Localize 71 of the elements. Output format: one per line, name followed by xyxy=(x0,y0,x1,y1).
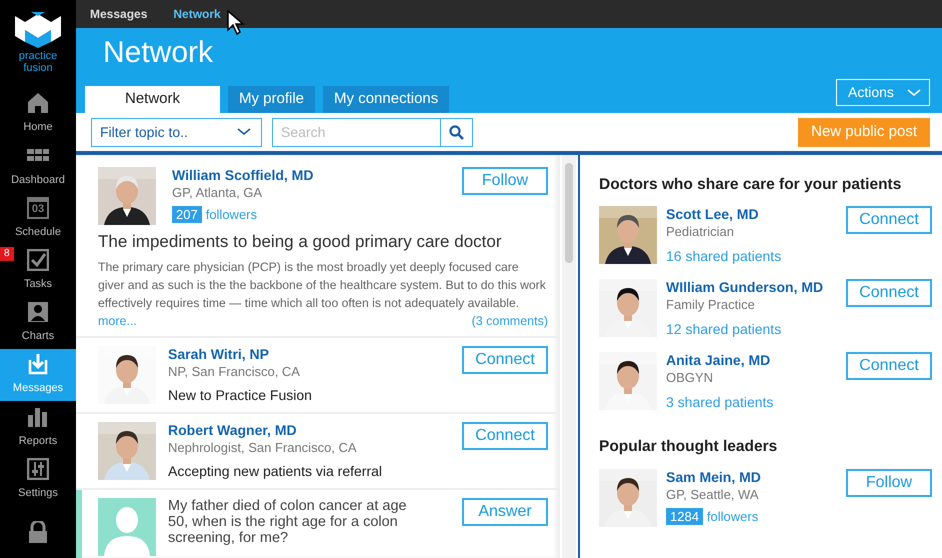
sidebar-item[interactable]: Settings xyxy=(0,454,76,506)
filter-dropdown[interactable]: Filter topic to.. xyxy=(91,118,262,146)
person-details: GP, Atlanta, GA xyxy=(172,184,264,201)
person-details: OBGYN xyxy=(666,369,714,386)
page-title: Network xyxy=(102,35,214,70)
connect-button[interactable]: Connect xyxy=(846,279,932,308)
post-title: The impediments to being a good primary care doctor xyxy=(98,231,502,253)
inbox-icon xyxy=(27,353,49,376)
question-text: My father died of colon cancer at age 50, when is the right age for a colon screening, for me? xyxy=(168,498,408,546)
tab[interactable]: My profile xyxy=(228,86,316,113)
person-name[interactable]: Sam Mein, MD xyxy=(666,468,837,486)
search-icon xyxy=(449,124,464,140)
lock-icon xyxy=(27,520,49,543)
sidebar-item[interactable]: Charts xyxy=(0,296,76,350)
followers-link[interactable]: followers xyxy=(206,205,257,224)
person-name[interactable]: Scott Lee, MD xyxy=(666,206,837,224)
post-body: The primary care physician (PCP) is the most broadly yet deeply focused care giver and as such is the the backbone of the healthcare system. But to do this work effectively requires time — time which all too often is not adequately available. xyxy=(98,258,547,312)
actions-dropdown[interactable]: Actions xyxy=(836,79,930,106)
follow-button[interactable]: Follow xyxy=(846,468,932,496)
follower-count: 207 xyxy=(172,206,202,224)
mouse-pointer-icon xyxy=(226,10,246,36)
person-name[interactable]: Robert Wagner, MD xyxy=(168,422,450,440)
sidebar-item[interactable]: 03 Schedule xyxy=(0,192,76,245)
sidebar-item[interactable]: Home xyxy=(0,88,76,140)
status-text: Accepting new patients via referral xyxy=(168,462,383,482)
comments-link[interactable]: (3 comments) xyxy=(472,312,548,330)
person-details: Family Practice xyxy=(666,296,756,314)
person-name[interactable]: Sarah Witri, NP xyxy=(168,346,450,364)
chevron-down-icon xyxy=(907,88,921,96)
bar-chart-icon xyxy=(27,406,49,428)
chevron-down-icon xyxy=(237,128,251,136)
sidebar-item[interactable]: Tasks 8 xyxy=(0,244,76,297)
section-heading: Popular thought leaders xyxy=(599,437,778,458)
status-text: New to Practice Fusion xyxy=(168,386,313,406)
person-details: Pediatrician xyxy=(666,223,735,240)
person-details: GP, Seattle, WA xyxy=(666,486,760,502)
notification-badge: 8 xyxy=(0,246,14,261)
shared-patients-link[interactable]: 16 shared patients xyxy=(666,246,837,268)
tab[interactable]: My connections xyxy=(323,86,450,113)
section-heading: Doctors who share care for your patients xyxy=(599,175,902,195)
connect-button[interactable]: Connect xyxy=(846,206,932,234)
person-details: NP, San Francisco, CA xyxy=(168,363,301,380)
nav-link[interactable]: Network xyxy=(173,5,221,23)
person-name[interactable]: William Scoffield, MD xyxy=(172,167,446,184)
nav-link[interactable]: Messages xyxy=(90,5,148,23)
tab[interactable]: Network xyxy=(85,86,220,113)
connect-button[interactable]: Connect xyxy=(462,346,548,374)
shared-patients-link[interactable]: 3 shared patients xyxy=(666,392,837,414)
person-icon xyxy=(27,301,49,324)
sidebar-item[interactable]: Dashboard xyxy=(0,140,76,192)
brand-name: practice fusion xyxy=(18,50,58,74)
home-icon xyxy=(27,92,49,114)
new-post-button[interactable]: New public post xyxy=(798,118,930,146)
followers-link[interactable]: followers xyxy=(706,506,758,526)
checkbox-icon xyxy=(27,249,49,272)
connect-button[interactable]: Connect xyxy=(846,352,932,380)
person-name[interactable]: WIlliam Gunderson, MD xyxy=(666,279,837,296)
search-field[interactable]: Search xyxy=(272,118,473,146)
answer-button[interactable]: Answer xyxy=(462,498,548,526)
sliders-icon xyxy=(27,458,49,480)
calendar-icon: 03 xyxy=(27,196,49,219)
shared-patients-link[interactable]: 12 shared patients xyxy=(666,319,837,340)
sidebar-item[interactable]: Messages xyxy=(0,349,76,402)
person-name[interactable]: Anita Jaine, MD xyxy=(666,352,837,370)
more-link[interactable]: more... xyxy=(98,312,137,330)
follower-count: 1284 xyxy=(666,508,703,525)
follow-button[interactable]: Follow xyxy=(462,167,548,195)
scrollbar[interactable] xyxy=(562,155,576,558)
person-details: Nephrologist, San Francisco, CA xyxy=(168,439,358,456)
connect-button[interactable]: Connect xyxy=(462,422,548,450)
sidebar-item[interactable]: Reports xyxy=(0,401,76,454)
